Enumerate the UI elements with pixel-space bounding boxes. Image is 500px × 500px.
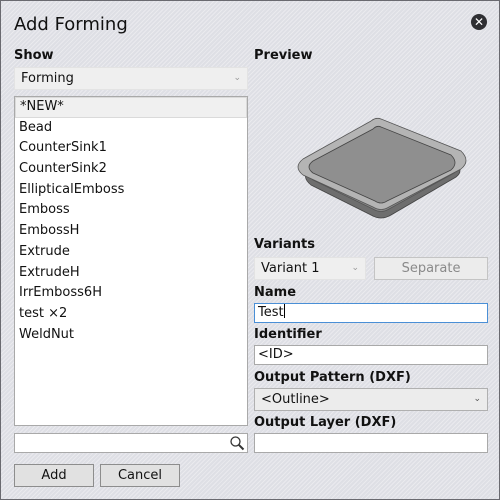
list-item[interactable]: EmbossH <box>15 221 247 242</box>
variants-dropdown-value: Variant 1 <box>261 261 320 276</box>
name-input[interactable]: Test <box>254 303 488 323</box>
variants-label: Variants <box>254 237 315 252</box>
name-label: Name <box>254 285 297 300</box>
text-caret <box>283 304 285 318</box>
dialog-title: Add Forming <box>14 14 128 35</box>
variants-dropdown[interactable]: Variant 1 ⌄ <box>254 257 366 280</box>
list-item[interactable]: CounterSink1 <box>15 138 247 159</box>
identifier-label: Identifier <box>254 327 322 342</box>
separate-button[interactable]: Separate <box>374 257 488 280</box>
list-item[interactable]: Extrude <box>15 242 247 263</box>
chevron-down-icon: ⌄ <box>473 394 481 404</box>
list-item[interactable]: Emboss <box>15 200 247 221</box>
identifier-input-value: <ID> <box>258 347 294 362</box>
preview-label: Preview <box>254 48 313 63</box>
output-layer-label: Output Layer (DXF) <box>254 415 397 430</box>
list-item[interactable]: IrrEmboss6H <box>15 283 247 304</box>
output-pattern-value: <Outline> <box>261 392 330 407</box>
search-input[interactable] <box>14 433 248 453</box>
identifier-input[interactable]: <ID> <box>254 345 488 365</box>
output-layer-input[interactable] <box>254 433 488 453</box>
name-input-value: Test <box>258 305 284 320</box>
add-forming-dialog: Add Forming ✕ Show Forming ⌄ *NEW* Bead Co… <box>0 0 500 500</box>
chevron-down-icon: ⌄ <box>351 263 359 273</box>
output-pattern-dropdown[interactable]: <Outline> ⌄ <box>254 388 488 411</box>
list-item[interactable]: CounterSink2 <box>15 159 247 180</box>
forming-list[interactable]: *NEW* Bead CounterSink1 CounterSink2 Ellipti… <box>14 96 248 426</box>
show-dropdown-value: Forming <box>21 71 74 86</box>
search-icon[interactable] <box>229 435 245 451</box>
preview-3d-image <box>297 117 467 219</box>
list-item[interactable]: EllipticalEmboss <box>15 180 247 201</box>
list-item[interactable]: ExtrudeH <box>15 263 247 284</box>
output-pattern-label: Output Pattern (DXF) <box>254 370 411 385</box>
list-item[interactable]: Bead <box>15 118 247 139</box>
close-icon[interactable]: ✕ <box>471 14 487 30</box>
add-button[interactable]: Add <box>14 464 94 487</box>
list-item[interactable]: WeldNut <box>15 325 247 346</box>
show-dropdown[interactable]: Forming ⌄ <box>14 67 248 90</box>
chevron-down-icon: ⌄ <box>233 73 241 83</box>
cancel-button[interactable]: Cancel <box>100 464 180 487</box>
list-item[interactable]: test ×2 <box>15 304 247 325</box>
show-label: Show <box>14 48 54 63</box>
list-item[interactable]: *NEW* <box>15 97 247 118</box>
